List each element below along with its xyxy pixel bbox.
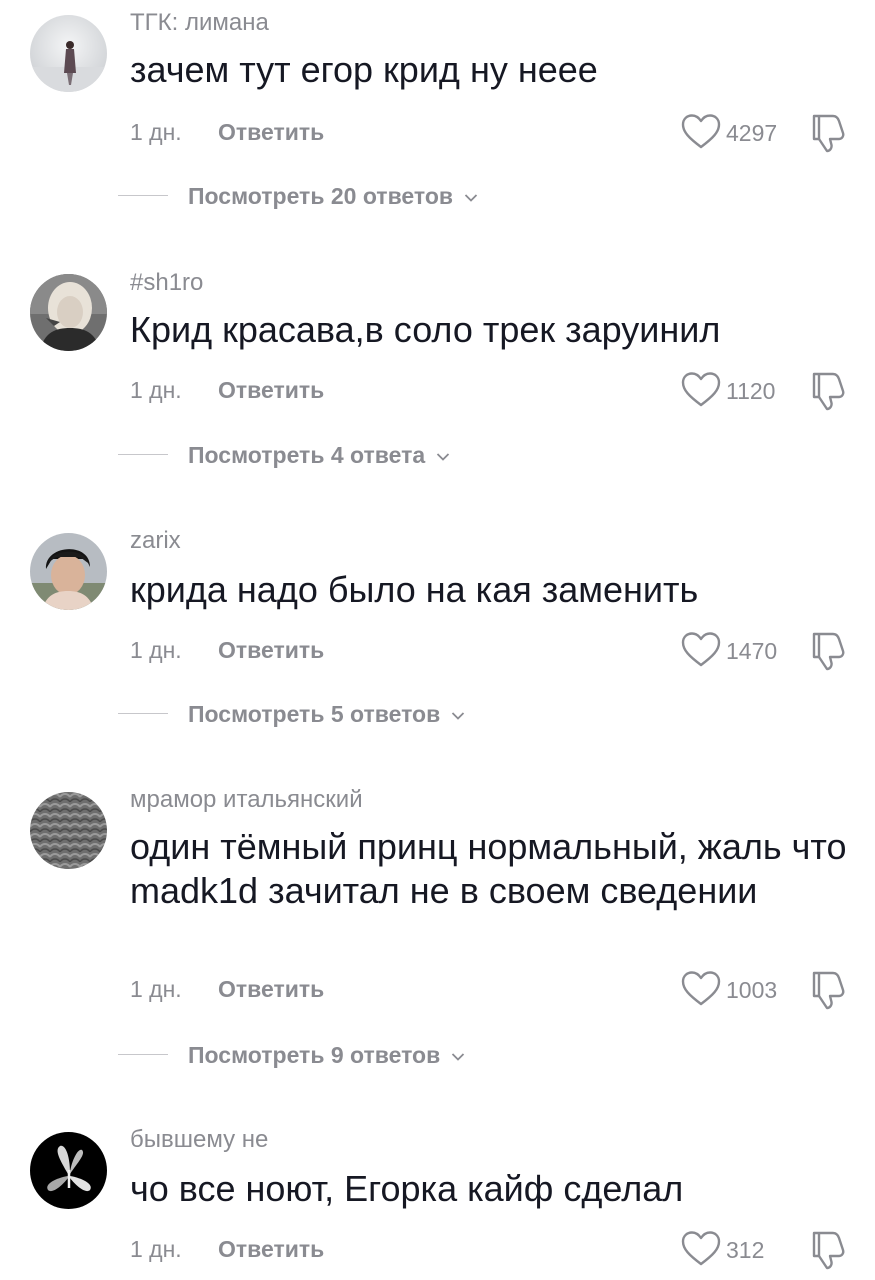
- comment-actions: 1 дн. Ответить 1003: [0, 969, 875, 1011]
- comment-actions: 1 дн. Ответить 4297: [0, 112, 875, 154]
- avatar[interactable]: [30, 274, 107, 351]
- view-replies-row: Посмотреть 5 ответов: [0, 697, 875, 731]
- divider-line: [118, 454, 168, 455]
- dislike-icon[interactable]: [806, 630, 848, 672]
- view-replies-button[interactable]: Посмотреть 4 ответа: [188, 440, 450, 470]
- like-button[interactable]: 1470: [680, 630, 800, 670]
- view-replies-label: Посмотреть 9 ответов: [188, 1042, 441, 1068]
- chevron-down-icon: [451, 1053, 464, 1061]
- like-button[interactable]: 312: [680, 1229, 800, 1269]
- like-count: 1470: [726, 638, 778, 664]
- comment-time: 1 дн.: [130, 119, 182, 145]
- view-replies-button[interactable]: Посмотреть 9 ответов: [188, 1040, 465, 1070]
- comment-username[interactable]: бывшему не: [130, 1125, 268, 1155]
- chevron-down-icon: [464, 194, 477, 202]
- dislike-icon[interactable]: [806, 1229, 848, 1271]
- view-replies-button[interactable]: Посмотреть 20 ответов: [188, 181, 478, 211]
- reply-button[interactable]: Ответить: [218, 118, 324, 146]
- comment-username[interactable]: zarix: [130, 526, 181, 556]
- like-button[interactable]: 1120: [680, 370, 800, 410]
- comment-time: 1 дн.: [130, 1236, 182, 1262]
- heart-icon: [681, 372, 721, 407]
- view-replies-row: Посмотреть 9 ответов: [0, 1038, 875, 1072]
- like-count: 4297: [726, 120, 778, 146]
- avatar-face-portrait-icon: [30, 533, 107, 610]
- avatar[interactable]: [30, 1132, 107, 1209]
- comment-time: 1 дн.: [130, 377, 182, 403]
- heart-icon: [681, 971, 721, 1006]
- view-replies-row: Посмотреть 20 ответов: [0, 179, 875, 213]
- dislike-icon[interactable]: [806, 370, 848, 412]
- comment-username[interactable]: мрамор итальянский: [130, 785, 363, 815]
- comment-text: чо все ноют, Егорка кайф сделал: [130, 1168, 684, 1209]
- reply-button[interactable]: Ответить: [218, 1235, 324, 1263]
- reply-button[interactable]: Ответить: [218, 975, 324, 1003]
- comment-actions: 1 дн. Ответить 312: [0, 1229, 875, 1271]
- view-replies-button[interactable]: Посмотреть 5 ответов: [188, 699, 465, 729]
- like-count: 1120: [726, 378, 776, 404]
- avatar-moth-icon: [30, 1132, 107, 1209]
- avatar-gray-texture-icon: [30, 792, 107, 869]
- heart-icon: [681, 114, 721, 149]
- comment-username[interactable]: #sh1ro: [130, 268, 203, 298]
- avatar-girl-in-fog-icon: [30, 15, 107, 92]
- comment-text: Крид красава,в соло трек заруинил: [130, 309, 721, 350]
- comment-time: 1 дн.: [130, 637, 182, 663]
- comment-actions: 1 дн. Ответить 1120: [0, 370, 875, 412]
- dislike-icon[interactable]: [806, 112, 848, 154]
- like-count: 312: [726, 1237, 765, 1263]
- comment-text: зачем тут егор крид ну неее: [130, 49, 598, 90]
- reply-button[interactable]: Ответить: [218, 376, 324, 404]
- divider-line: [118, 713, 168, 714]
- like-button[interactable]: 1003: [680, 969, 800, 1009]
- chevron-down-icon: [451, 712, 464, 720]
- comments-list: ТГК: лимана зачем тут егор крид ну неее …: [0, 0, 875, 1280]
- comment-text: крида надо было на кая заменить: [130, 569, 699, 610]
- reply-button[interactable]: Ответить: [218, 636, 324, 664]
- divider-line: [118, 195, 168, 196]
- heart-icon: [681, 1231, 721, 1266]
- view-replies-label: Посмотреть 20 ответов: [188, 183, 454, 209]
- comment-time: 1 дн.: [130, 976, 182, 1002]
- like-count: 1003: [726, 977, 778, 1003]
- comment-text: один тёмный принц нормальный, жаль что m…: [130, 826, 847, 911]
- like-button[interactable]: 4297: [680, 112, 800, 152]
- dislike-icon[interactable]: [806, 969, 848, 1011]
- avatar-blonde-portrait-icon: [30, 274, 107, 351]
- avatar[interactable]: [30, 792, 107, 869]
- view-replies-label: Посмотреть 4 ответа: [188, 442, 426, 468]
- view-replies-row: Посмотреть 4 ответа: [0, 438, 875, 472]
- avatar[interactable]: [30, 15, 107, 92]
- heart-icon: [681, 632, 721, 667]
- chevron-down-icon: [436, 453, 449, 461]
- view-replies-label: Посмотреть 5 ответов: [188, 701, 441, 727]
- divider-line: [118, 1054, 168, 1055]
- comment-username[interactable]: ТГК: лимана: [130, 8, 269, 38]
- avatar[interactable]: [30, 533, 107, 610]
- comment-actions: 1 дн. Ответить 1470: [0, 630, 875, 672]
